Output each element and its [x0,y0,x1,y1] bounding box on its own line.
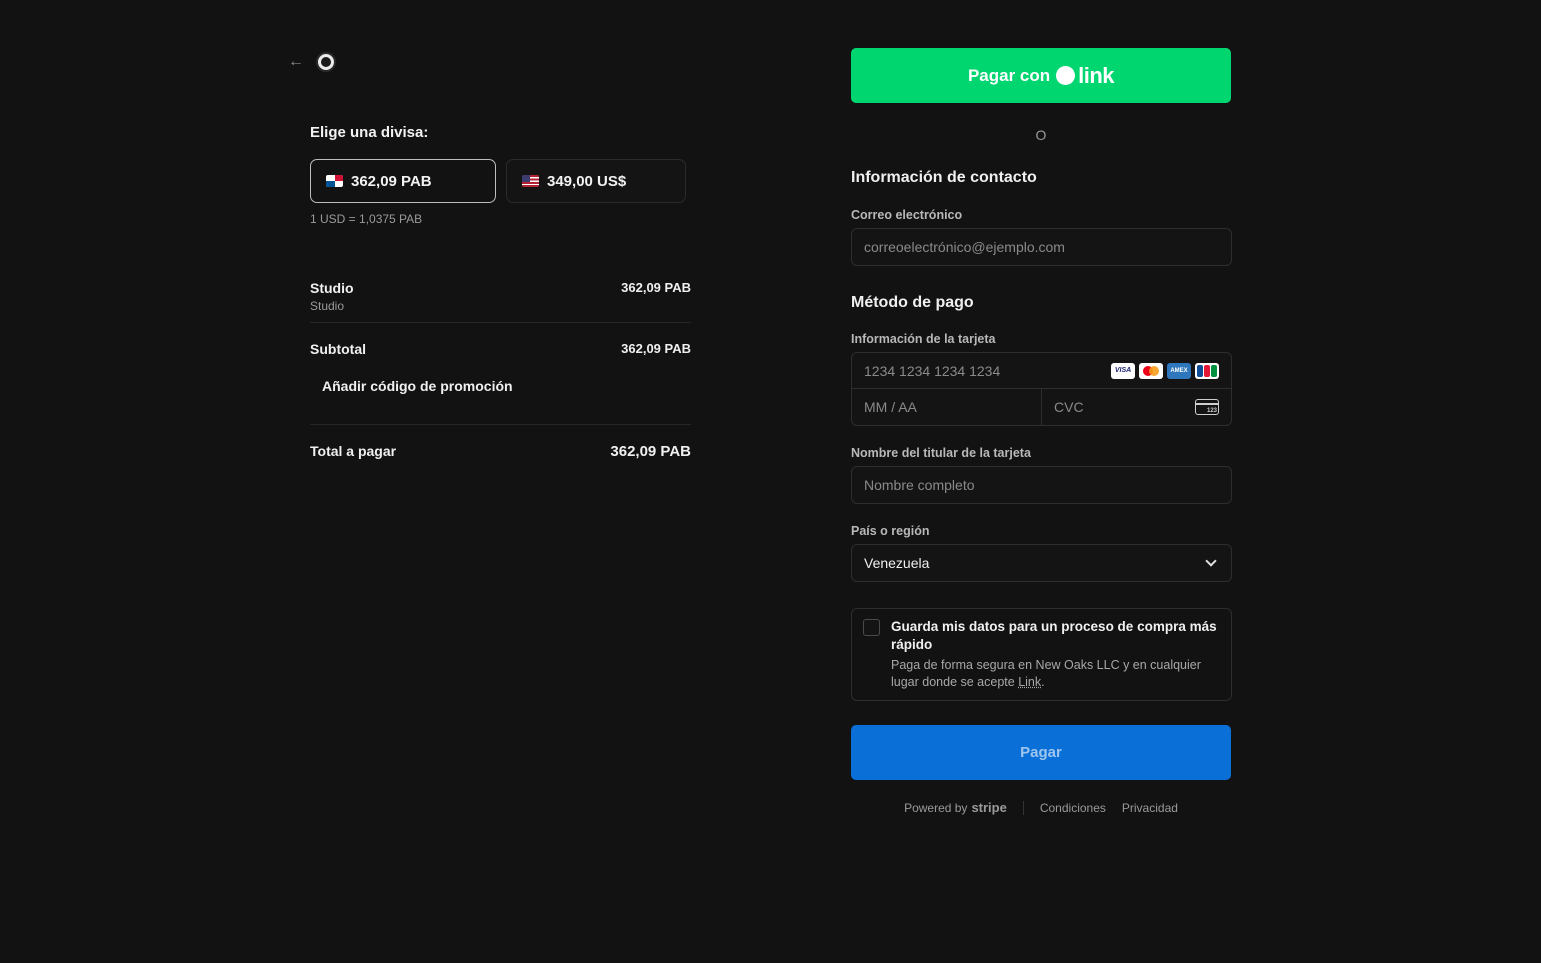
subtotal-amount: 362,09 PAB [621,341,691,356]
mastercard-icon [1139,362,1163,379]
card-number-field[interactable]: 1234 1234 1234 1234 VISA AMEX [852,353,1231,389]
chevron-down-icon [1205,555,1217,567]
currency-option-pab[interactable]: 362,09 PAB [310,159,496,203]
line-item: Studio Studio 362,09 PAB [310,280,691,322]
currency-title: Elige una divisa: [310,124,429,141]
pay-with-link-button[interactable]: Pagar con link [851,48,1231,103]
country-value: Venezuela [864,555,930,571]
pay-with-label: Pagar con [967,65,1051,85]
divider [310,424,691,425]
checkout-form: Pagar con link O Información de contacto… [851,48,1232,815]
exchange-rate: 1 USD = 1,0375 PAB [310,212,423,226]
currency-amount-pab: 362,09 PAB [351,172,432,190]
merchant-logo [316,52,336,72]
currency-amount-usd: 349,00 US$ [547,172,627,190]
total-row: Total a pagar 362,09 PAB [310,443,691,460]
jcb-icon [1195,362,1219,379]
pay-button[interactable]: Pagar [851,725,1231,780]
footer: Powered by stripe Condiciones Privacidad [851,800,1231,815]
expiry-placeholder: MM / AA [864,399,917,415]
country-label: País o región [851,524,930,538]
currency-selector: Elige una divisa: 362,09 PAB 349,00 US$ … [310,124,692,226]
cardholder-label: Nombre del titular de la tarjeta [851,446,1031,460]
cvc-card-icon: 123 [1195,399,1219,415]
cvc-field[interactable]: CVC 123 [1042,389,1231,425]
top-bar: ← [288,48,692,76]
currency-option-usd[interactable]: 349,00 US$ [506,159,686,203]
link-logo: link [1056,62,1115,89]
order-summary: ← Elige una divisa: 362,09 PAB 349,00 US… [288,48,692,460]
line-items: Studio Studio 362,09 PAB Subtotal 362,09… [310,280,691,460]
subtotal-label: Subtotal [310,341,366,357]
item-name: Studio [310,280,354,296]
save-info-box: Guarda mis datos para un proceso de comp… [851,608,1232,701]
back-arrow-icon[interactable]: ← [288,53,306,71]
payment-method-title: Método de pago [851,294,974,311]
divider [310,322,691,323]
cvc-placeholder: CVC [1054,399,1084,415]
link-info-link[interactable]: Link [1018,675,1041,689]
email-field[interactable]: correoelectrónico@ejemplo.com [851,228,1232,266]
country-select[interactable]: Venezuela [851,544,1232,582]
add-promo-code-button[interactable]: Añadir código de promoción [322,378,513,394]
amex-icon: AMEX [1167,362,1191,379]
total-amount: 362,09 PAB [610,443,691,460]
visa-icon: VISA [1111,362,1135,379]
save-info-title: Guarda mis datos para un proceso de comp… [891,619,1217,652]
save-info-description: Paga de forma segura en New Oaks LLC y e… [891,658,1201,689]
total-label: Total a pagar [310,443,397,459]
item-description: Studio [310,299,345,313]
terms-link[interactable]: Condiciones [1040,801,1106,815]
stripe-logo: stripe [971,800,1007,815]
expiry-field[interactable]: MM / AA [852,389,1042,425]
us-flag-icon [522,175,539,187]
card-brands: VISA AMEX [1111,362,1219,379]
cardholder-name-field[interactable]: Nombre completo [851,466,1232,504]
link-dot-icon [1056,66,1076,85]
panama-flag-icon [326,175,343,187]
or-separator: O [1035,127,1047,143]
card-input-group: 1234 1234 1234 1234 VISA AMEX MM / AA CV… [851,352,1232,426]
footer-divider [1022,800,1024,815]
save-info-checkbox[interactable] [863,619,880,636]
subtotal-row: Subtotal 362,09 PAB [310,341,691,357]
powered-by-stripe[interactable]: Powered by stripe [904,800,1007,815]
card-number-placeholder: 1234 1234 1234 1234 [864,362,1001,379]
contact-title: Información de contacto [851,169,1037,186]
link-brand: link [1078,62,1115,88]
card-info-label: Información de la tarjeta [851,332,996,346]
item-amount: 362,09 PAB [621,280,691,295]
email-label: Correo electrónico [851,208,963,222]
privacy-link[interactable]: Privacidad [1122,801,1178,815]
